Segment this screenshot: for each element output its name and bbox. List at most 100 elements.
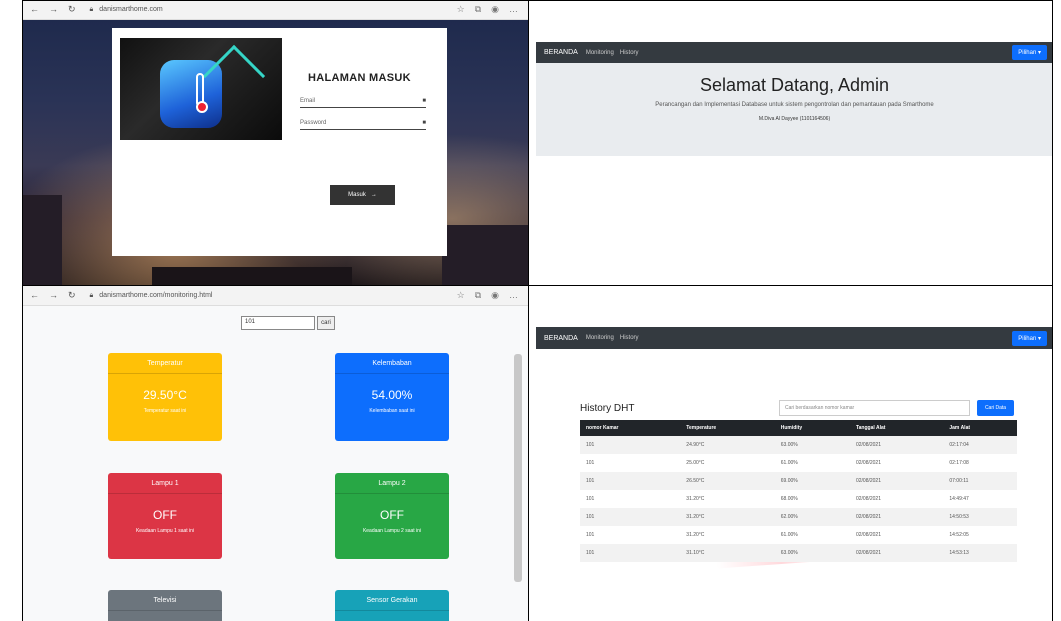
table-row: 101 26.50°C 69.00% 02/08/2021 07:00:11 (580, 472, 1017, 490)
table-cell: 02/08/2021 (849, 454, 944, 472)
table-row: 101 31.10°C 63.00% 02/08/2021 14:53:13 (580, 544, 1017, 562)
humidity-card: Kelembaban 54.00% Kelembaban saat ini (335, 353, 449, 441)
navbar-brand[interactable]: BERANDA (544, 49, 578, 56)
back-icon[interactable]: ← (30, 4, 39, 15)
pilihan-dropdown[interactable]: Pilihan ▾ (1012, 330, 1047, 346)
table-cell: 61.00% (774, 526, 850, 544)
favorite-icon[interactable]: ☆ (457, 290, 465, 301)
browser-toolbar: ← → ↻ 🔒︎ danismarthome.com ☆ ⧉ ◉ … (22, 0, 528, 20)
refresh-icon[interactable]: ↻ (68, 290, 76, 301)
column-header: Humidity (774, 420, 850, 436)
collections-icon[interactable]: ⧉ (475, 4, 481, 15)
card-caption: Temperatur saat ini (143, 408, 187, 414)
nav-history[interactable]: History (620, 335, 639, 341)
table-cell: 14:53:13 (943, 544, 1017, 562)
login-screenshot: ← → ↻ 🔒︎ danismarthome.com ☆ ⧉ ◉ … HALAM… (22, 0, 528, 285)
table-cell: 101 (580, 490, 681, 508)
more-icon[interactable]: … (509, 290, 518, 301)
table-cell: 02:17:08 (943, 454, 1017, 472)
motion-sensor-card: Sensor Gerakan (335, 590, 449, 621)
password-field[interactable]: Password ■ (300, 116, 426, 130)
table-cell: 101 (580, 526, 681, 544)
table-cell: 24.90°C (680, 436, 775, 454)
table-row: 101 25.00°C 61.00% 02/08/2021 02:17:08 (580, 454, 1017, 472)
welcome-subtitle: Perancangan dan Implementasi Database un… (655, 102, 934, 108)
table-cell: 101 (580, 454, 681, 472)
pilihan-dropdown[interactable]: Pilihan ▾ (1012, 45, 1047, 60)
table-cell: 02/08/2021 (849, 544, 944, 562)
refresh-icon[interactable]: ↻ (68, 4, 76, 15)
table-cell: 02/08/2021 (849, 436, 944, 454)
card-title: Temperatur (108, 353, 222, 374)
navbar: BERANDA Monitoring History Pilihan ▾ (536, 42, 1053, 63)
nav-monitoring[interactable]: Monitoring (586, 335, 614, 341)
more-icon[interactable]: … (509, 4, 518, 15)
nav-monitoring[interactable]: Monitoring (586, 50, 614, 56)
thermometer-image (120, 38, 282, 140)
address-bar[interactable]: danismarthome.com (99, 6, 162, 13)
table-cell: 14:49:47 (943, 490, 1017, 508)
profile-icon[interactable]: ◉ (491, 290, 499, 301)
lampu-2-card: Lampu 2 OFF Keadaan Lampu 2 saat ini (335, 473, 449, 559)
scrollbar[interactable] (514, 354, 522, 582)
table-cell: 63.00% (774, 436, 850, 454)
favorite-icon[interactable]: ☆ (457, 4, 465, 15)
screenshot-grid: ← → ↻ 🔒︎ danismarthome.com ☆ ⧉ ◉ … HALAM… (8, 0, 1053, 621)
table-row: 101 31.20°C 61.00% 02/08/2021 14:52:05 (580, 526, 1017, 544)
collections-icon[interactable]: ⧉ (475, 290, 481, 301)
column-header: Tanggal Alat (849, 420, 944, 436)
back-icon[interactable]: ← (30, 290, 39, 301)
card-value: 54.00% (371, 388, 413, 402)
table-cell: 62.00% (774, 508, 850, 526)
televisi-card: Televisi (108, 590, 222, 621)
table-cell: 26.50°C (680, 472, 775, 490)
table-cell: 63.00% (774, 544, 850, 562)
room-search-input[interactable]: Cari berdasarkan nomor kamar (779, 400, 970, 416)
table-cell: 61.00% (774, 454, 850, 472)
cari-data-button[interactable]: Cari Data (977, 400, 1014, 416)
card-caption: Kelembaban saat ini (369, 408, 415, 414)
card-caption: Keadaan Lampu 1 saat ini (135, 528, 195, 534)
table-cell: 14:50:53 (943, 508, 1017, 526)
address-bar[interactable]: danismarthome.com/monitoring.html (99, 292, 212, 299)
navbar: BERANDA Monitoring History Pilihan ▾ (536, 327, 1053, 349)
column-header: nomor Kamar (580, 420, 681, 436)
card-title: Televisi (108, 590, 222, 611)
card-value: OFF (380, 508, 404, 522)
table-cell: 02/08/2021 (849, 490, 944, 508)
envelope-icon: ■ (422, 97, 426, 104)
card-title: Lampu 1 (108, 473, 222, 494)
lock-icon: ■ (422, 119, 426, 126)
lampu-1-card: Lampu 1 OFF Keadaan Lampu 1 saat ini (108, 473, 222, 559)
table-cell: 101 (580, 436, 681, 454)
temperature-card: Temperatur 29.50°C Temperatur saat ini (108, 353, 222, 441)
table-cell: 02:17:04 (943, 436, 1017, 454)
navbar-brand[interactable]: BERANDA (544, 335, 578, 342)
lock-icon: 🔒︎ (89, 291, 94, 299)
history-screenshot: BERANDA Monitoring History Pilihan ▾ His… (536, 286, 1053, 621)
welcome-heading: Selamat Datang, Admin (699, 75, 890, 95)
table-cell: 31.10°C (680, 544, 775, 562)
nav-history[interactable]: History (620, 50, 639, 56)
card-caption: Keadaan Lampu 2 saat ini (362, 528, 422, 534)
cari-button[interactable]: cari (317, 316, 335, 330)
card-value: OFF (153, 508, 177, 522)
browser-toolbar: ← → ↻ 🔒︎ danismarthome.com/monitoring.ht… (22, 286, 528, 306)
login-button[interactable]: Masuk → (330, 185, 395, 205)
email-field[interactable]: Email ■ (300, 94, 426, 108)
profile-icon[interactable]: ◉ (491, 4, 499, 15)
monitoring-page (22, 306, 528, 621)
room-search-input[interactable]: 101 (241, 316, 315, 330)
table-row: 101 31.20°C 62.00% 02/08/2021 14:50:53 (580, 508, 1017, 526)
author-name: M.Diva Al Dayyee (1101164506) (758, 116, 831, 122)
forward-icon[interactable]: → (49, 290, 58, 301)
column-header: Temperature (680, 420, 775, 436)
table-cell: 02/08/2021 (849, 472, 944, 490)
card-title: Sensor Gerakan (335, 590, 449, 611)
table-cell: 31.20°C (680, 508, 775, 526)
forward-icon[interactable]: → (49, 4, 58, 15)
table-cell: 02/08/2021 (849, 526, 944, 544)
table-cell: 31.20°C (680, 526, 775, 544)
history-table: nomor Kamar Temperature Humidity Tanggal Al… (580, 420, 1017, 562)
lock-icon: 🔒︎ (89, 5, 94, 13)
